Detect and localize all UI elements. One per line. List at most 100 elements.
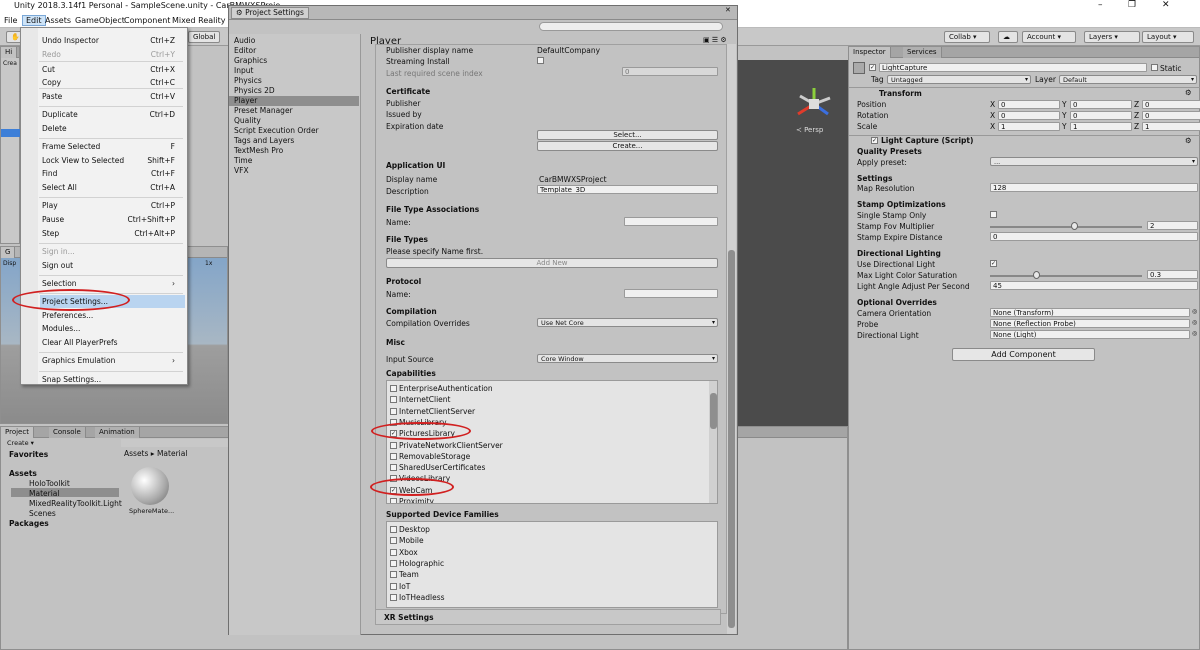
layers-dropdown[interactable]: Layers ▾ — [1084, 31, 1140, 43]
edit-menu-item[interactable]: Copy Ctrl+C — [42, 78, 175, 89]
xr-settings-header[interactable]: XR Settings — [384, 613, 434, 622]
minimize-icon[interactable]: – — [1098, 0, 1103, 10]
cert-create-button[interactable]: Create... — [537, 141, 718, 151]
edit-menu-item[interactable]: Redo Ctrl+Y — [42, 50, 175, 61]
edit-menu-item[interactable]: Modules... — [42, 324, 175, 335]
script-enabled-checkbox[interactable]: ✓ — [871, 137, 878, 144]
transform-title[interactable]: Transform — [879, 89, 922, 98]
console-tab[interactable]: Console — [49, 427, 86, 438]
settings-gear-icon[interactable]: ⚙ — [1185, 88, 1192, 97]
edit-menu-item[interactable]: Clear All PlayerPrefs — [42, 338, 175, 349]
settings-category-item[interactable]: Audio — [229, 36, 359, 46]
game-tab[interactable]: G — [1, 247, 16, 258]
capability-checkbox[interactable] — [390, 464, 397, 472]
menu-component[interactable]: Component — [124, 16, 170, 25]
settings-category-item[interactable]: Physics 2D — [229, 86, 359, 96]
tree-packages[interactable]: Packages — [9, 519, 49, 528]
map-resolution-field[interactable]: 128 — [990, 183, 1198, 192]
use-directional-checkbox[interactable]: ✓ — [990, 260, 997, 267]
layer-dropdown[interactable]: Default — [1059, 75, 1197, 84]
cloud-icon[interactable]: ☁ — [998, 31, 1018, 43]
edit-menu-item[interactable]: Undo Inspector Ctrl+Z — [42, 36, 175, 47]
settings-category-item[interactable]: Preset Manager — [229, 106, 359, 116]
settings-category-item[interactable]: VFX — [229, 166, 359, 176]
project-settings-tab[interactable]: ⚙ Project Settings — [231, 7, 309, 19]
single-stamp-checkbox[interactable] — [990, 211, 997, 218]
settings-category-item[interactable]: Physics — [229, 76, 359, 86]
tree-favorites[interactable]: Favorites — [9, 450, 48, 459]
edit-menu-item[interactable]: Preferences... — [42, 311, 175, 322]
close-icon[interactable]: ✕ — [725, 6, 731, 14]
object-picker-icon[interactable]: ◎ — [1192, 319, 1197, 326]
saturation-slider-track[interactable] — [990, 275, 1142, 277]
capability-checkbox[interactable] — [390, 385, 397, 392]
edit-menu-item[interactable]: Sign out — [42, 261, 175, 272]
device-family-checkbox[interactable] — [390, 537, 397, 545]
settings-category-item[interactable]: Tags and Layers — [229, 136, 359, 146]
hierarchy-selected-row[interactable] — [1, 129, 21, 137]
edit-menu-item[interactable]: Sign in... — [42, 247, 175, 258]
menu-edit[interactable]: Edit — [22, 15, 46, 26]
transform-x-field[interactable]: 0 — [998, 100, 1060, 109]
settings-category-item[interactable]: Script Execution Order — [229, 126, 359, 136]
object-picker-icon[interactable]: ◎ — [1192, 330, 1197, 337]
cert-select-button[interactable]: Select... — [537, 130, 718, 140]
services-tab[interactable]: Services — [903, 47, 942, 58]
expire-distance-field[interactable]: 0 — [990, 232, 1198, 241]
settings-category-item[interactable]: TextMesh Pro — [229, 146, 359, 156]
fov-slider-thumb[interactable] — [1070, 222, 1078, 230]
capability-checkbox[interactable] — [390, 452, 397, 460]
fov-value-field[interactable]: 2 — [1147, 221, 1198, 230]
settings-category-item[interactable]: Player — [229, 96, 359, 106]
script-title[interactable]: Light Capture (Script) — [881, 136, 973, 145]
hierarchy-tab[interactable]: Hi — [1, 47, 18, 58]
menu-gameobject[interactable]: GameObject — [75, 16, 125, 25]
tree-scenes[interactable]: Scenes — [29, 509, 56, 518]
tree-holotoolkit[interactable]: HoloToolkit — [29, 479, 70, 488]
protocol-name-field[interactable] — [624, 289, 718, 298]
edit-menu-item[interactable]: Pause Ctrl+Shift+P — [42, 215, 175, 226]
description-field[interactable]: Template_3D — [537, 185, 718, 194]
settings-category-item[interactable]: Time — [229, 156, 359, 166]
camera-orientation-field[interactable]: None (Transform) — [990, 308, 1190, 317]
edit-menu-item[interactable]: Select All Ctrl+A — [42, 183, 175, 194]
angle-adjust-field[interactable]: 45 — [990, 281, 1198, 290]
edit-menu-item[interactable]: Frame Selected F — [42, 142, 175, 153]
transform-z-field[interactable]: 0 — [1142, 100, 1200, 109]
script-gear-icon[interactable]: ⚙ — [1185, 136, 1192, 145]
close-icon[interactable]: ✕ — [1162, 0, 1170, 10]
device-family-checkbox[interactable] — [390, 526, 397, 533]
object-name-field[interactable]: LightCapture — [879, 63, 1147, 72]
edit-menu-item[interactable]: Snap Settings... — [42, 375, 175, 386]
persp-label[interactable]: ≺ Persp — [796, 126, 823, 134]
edit-menu-item[interactable]: Cut Ctrl+X — [42, 65, 175, 76]
tree-mrtk[interactable]: MixedRealityToolkit.Light — [29, 499, 122, 508]
inspector-tab[interactable]: Inspector — [849, 47, 891, 58]
compilation-overrides-dropdown[interactable]: Use Net Core — [537, 318, 718, 327]
help-icon[interactable]: ▣ ☰ ⚙ — [703, 36, 727, 44]
settings-search-input[interactable] — [539, 22, 723, 31]
hierarchy-create[interactable]: Crea — [3, 60, 17, 67]
device-family-checkbox[interactable] — [390, 571, 397, 579]
active-checkbox[interactable]: ✓ — [869, 64, 876, 71]
add-component-button[interactable]: Add Component — [952, 348, 1095, 361]
object-picker-icon[interactable]: ◎ — [1192, 308, 1197, 315]
scene-index-field[interactable]: 0 — [622, 67, 718, 76]
breadcrumb[interactable]: Assets ▸ Material — [124, 449, 187, 458]
display-dropdown[interactable]: Disp — [3, 260, 16, 267]
menu-assets[interactable]: Assets — [45, 16, 71, 25]
streaming-install-checkbox[interactable] — [537, 57, 544, 64]
transform-x-field[interactable]: 0 — [998, 111, 1060, 120]
asset-name[interactable]: SphereMate... — [129, 507, 174, 515]
static-checkbox[interactable] — [1151, 64, 1158, 71]
menu-file[interactable]: File — [4, 16, 17, 25]
scene-gizmo-icon[interactable] — [794, 84, 834, 124]
capability-checkbox[interactable] — [390, 407, 397, 415]
device-family-checkbox[interactable] — [390, 548, 397, 556]
capability-checkbox[interactable] — [390, 396, 397, 404]
tree-assets[interactable]: Assets — [9, 469, 37, 478]
transform-y-field[interactable]: 0 — [1070, 100, 1132, 109]
settings-category-item[interactable]: Input — [229, 66, 359, 76]
transform-z-field[interactable]: 0 — [1142, 111, 1200, 120]
device-family-checkbox[interactable] — [390, 559, 397, 567]
